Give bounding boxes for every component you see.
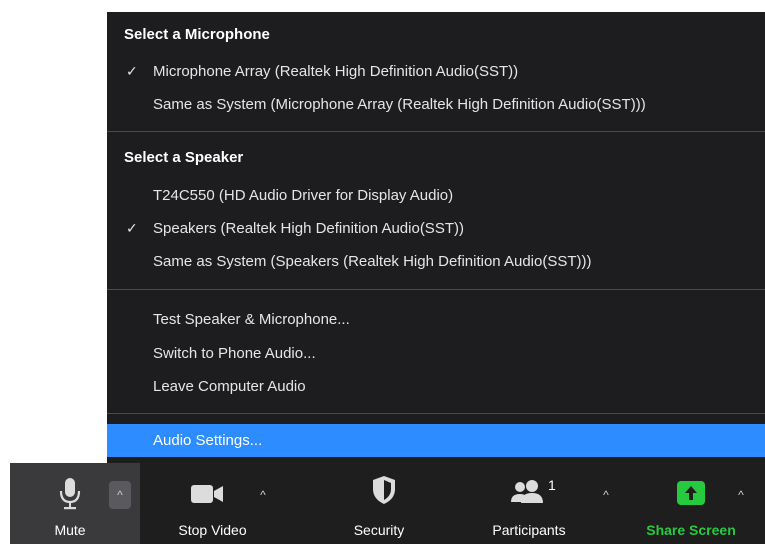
- menu-item-label: Test Speaker & Microphone...: [153, 311, 350, 328]
- share-options-caret-button[interactable]: ^: [730, 481, 752, 509]
- participants-options-caret-button[interactable]: ^: [595, 481, 617, 509]
- mute-button[interactable]: ^ Mute: [10, 463, 140, 544]
- menu-divider: [107, 131, 765, 132]
- stop-video-button[interactable]: ^ Stop Video: [150, 463, 300, 544]
- speaker-section-header: Select a Speaker: [124, 149, 244, 166]
- menu-item-label: Audio Settings...: [153, 432, 263, 449]
- menu-item-leave-computer-audio[interactable]: Leave Computer Audio: [107, 370, 765, 403]
- shield-icon: [371, 475, 397, 505]
- participants-button[interactable]: 1 ^ Participants: [470, 463, 625, 544]
- menu-item-microphone-same-as-system[interactable]: Same as System (Microphone Array (Realte…: [107, 88, 765, 121]
- stop-video-label: Stop Video: [178, 522, 247, 538]
- menu-item-speaker-same-as-system[interactable]: Same as System (Speakers (Realtek High D…: [107, 245, 765, 278]
- menu-item-microphone-array[interactable]: ✓ Microphone Array (Realtek High Definit…: [107, 55, 765, 88]
- meeting-toolbar: ^ Mute ^ Stop Video Security 1 ^ Partici…: [0, 463, 765, 544]
- mute-options-caret-button[interactable]: ^: [109, 481, 131, 509]
- menu-item-label: Speakers (Realtek High Definition Audio(…: [153, 220, 464, 237]
- video-options-caret-button[interactable]: ^: [252, 481, 274, 509]
- menu-item-label: Leave Computer Audio: [153, 378, 306, 395]
- participants-icon: [510, 479, 546, 503]
- menu-divider: [107, 413, 765, 414]
- check-icon: ✓: [126, 63, 138, 79]
- menu-item-speaker-realtek[interactable]: ✓ Speakers (Realtek High Definition Audi…: [107, 212, 765, 245]
- share-screen-button[interactable]: ^ Share Screen: [625, 463, 765, 544]
- menu-divider: [107, 289, 765, 290]
- share-screen-icon: [677, 481, 705, 505]
- menu-item-label: Same as System (Speakers (Realtek High D…: [153, 253, 592, 270]
- menu-item-switch-to-phone-audio[interactable]: Switch to Phone Audio...: [107, 337, 765, 370]
- check-icon: ✓: [126, 220, 138, 236]
- participants-count-badge: 1: [548, 477, 556, 493]
- share-screen-label: Share Screen: [646, 522, 736, 538]
- menu-item-test-speaker-microphone[interactable]: Test Speaker & Microphone...: [107, 303, 765, 336]
- menu-item-audio-settings[interactable]: Audio Settings...: [107, 424, 765, 457]
- security-button[interactable]: Security: [325, 463, 445, 544]
- menu-item-label: Switch to Phone Audio...: [153, 345, 316, 362]
- participants-label: Participants: [492, 522, 566, 538]
- security-label: Security: [353, 522, 405, 538]
- microphone-icon: [58, 477, 82, 511]
- mute-label: Mute: [54, 522, 86, 538]
- menu-item-label: T24C550 (HD Audio Driver for Display Aud…: [153, 187, 454, 204]
- menu-item-speaker-t24c550[interactable]: T24C550 (HD Audio Driver for Display Aud…: [107, 179, 765, 212]
- video-camera-icon: [190, 483, 226, 505]
- microphone-section-header: Select a Microphone: [124, 26, 270, 43]
- audio-options-menu: Select a Microphone ✓ Microphone Array (…: [107, 12, 765, 463]
- meeting-toolbar-inner: ^ Mute ^ Stop Video Security 1 ^ Partici…: [10, 463, 765, 544]
- menu-item-label: Microphone Array (Realtek High Definitio…: [153, 63, 519, 80]
- menu-item-label: Same as System (Microphone Array (Realte…: [153, 96, 646, 113]
